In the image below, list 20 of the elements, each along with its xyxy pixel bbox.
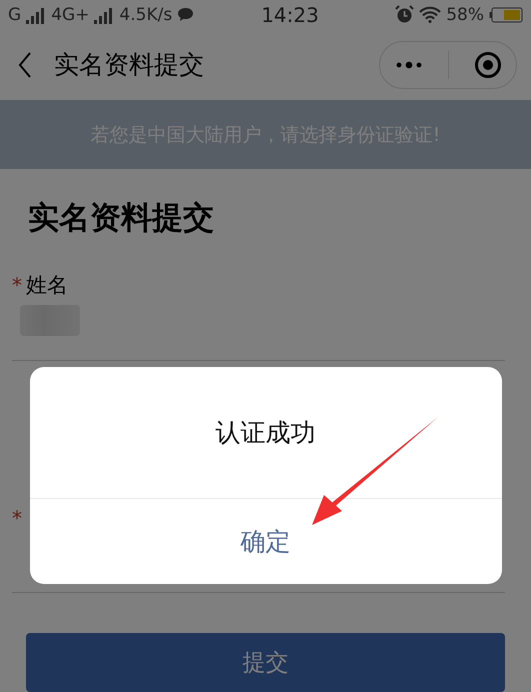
field-label: 姓名 (26, 272, 68, 300)
signal-icon (26, 6, 46, 24)
confirm-button[interactable]: 确定 (30, 499, 502, 584)
alarm-clock-icon (395, 5, 414, 24)
back-icon[interactable] (18, 52, 32, 78)
status-time: 14:23 (261, 2, 319, 27)
carrier-label: G (8, 4, 22, 25)
network-speed: 4.5K/s (119, 4, 172, 25)
dialog-message: 认证成功 (216, 417, 316, 449)
required-mark: * (12, 506, 22, 530)
submit-button[interactable]: 提交 (26, 633, 505, 692)
signal-icon (94, 6, 114, 24)
required-mark: * (12, 273, 22, 298)
chat-bubble-icon (177, 7, 194, 22)
battery-percent: 58% (446, 4, 484, 25)
page-title: 实名资料提交 (54, 49, 204, 82)
wifi-icon (419, 6, 442, 24)
form-heading: 实名资料提交 (28, 199, 215, 238)
battery-icon (489, 6, 523, 23)
network-type: 4G+ (51, 4, 90, 25)
